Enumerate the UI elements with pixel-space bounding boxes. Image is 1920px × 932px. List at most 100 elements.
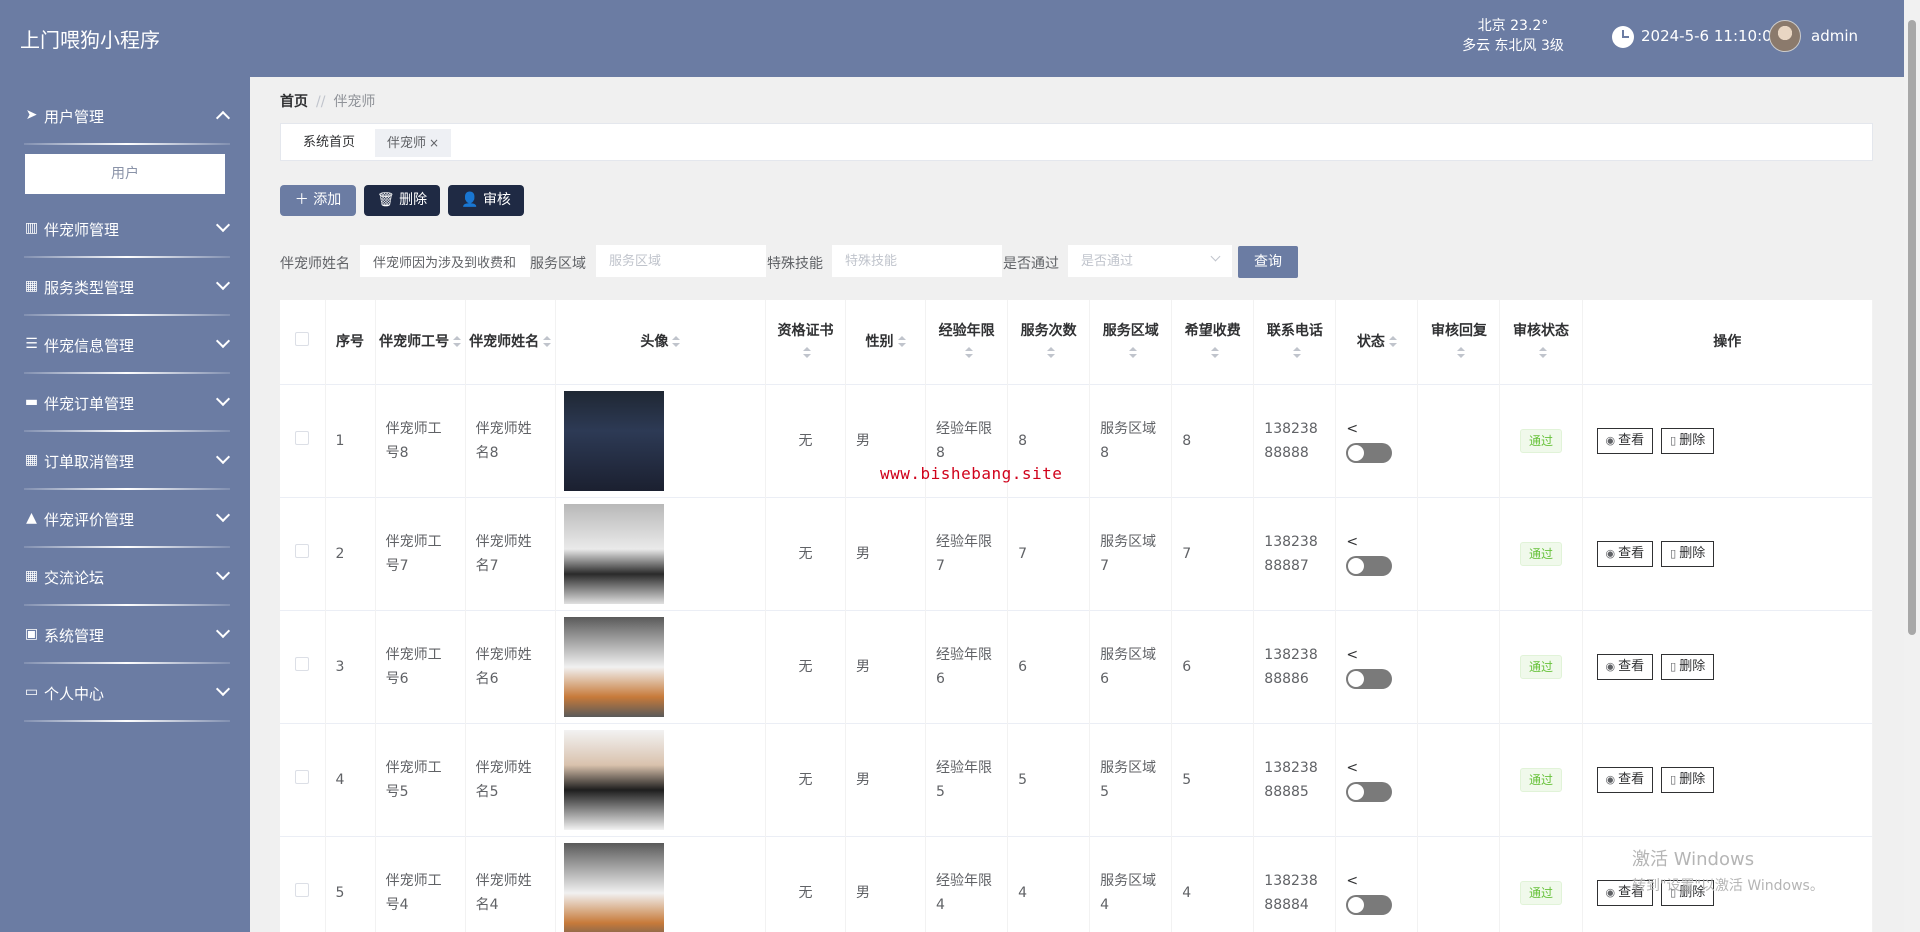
row-checkbox[interactable]	[295, 430, 310, 445]
worker-photo[interactable]	[563, 390, 664, 491]
sidebar-item-profile[interactable]: ▭ 个人中心	[0, 664, 250, 722]
weather-widget: 北京 23.2° 多云 东北风 3级	[1448, 16, 1578, 56]
sidebar-item-worker-management[interactable]: ▥ 伴宠师管理	[0, 200, 250, 258]
sidebar-item-reviews[interactable]: ▲ 伴宠评价管理	[0, 490, 250, 548]
col-audit-status[interactable]: 审核状态	[1499, 300, 1583, 384]
col-gender[interactable]: 性别	[845, 300, 927, 384]
col-phone[interactable]: 联系电话	[1253, 300, 1337, 384]
view-button[interactable]: ◉ 查看	[1596, 540, 1654, 567]
col-label: 头像	[640, 333, 669, 350]
col-status[interactable]: 状态	[1335, 300, 1419, 384]
username[interactable]: admin	[1811, 27, 1858, 45]
submenu-item-user[interactable]: 用户	[25, 154, 225, 194]
sidebar-item-label: 伴宠师管理	[44, 221, 120, 239]
share-icon[interactable]: <	[1346, 417, 1358, 441]
search-pass-select[interactable]	[1068, 245, 1232, 277]
sort-icon[interactable]	[897, 335, 906, 348]
sidebar-item-forum[interactable]: ▦ 交流论坛	[0, 548, 250, 606]
sort-icon[interactable]	[1388, 335, 1397, 348]
view-label: 查看	[1618, 545, 1645, 561]
cell-avatar	[555, 609, 766, 723]
view-button[interactable]: ◉ 查看	[1596, 427, 1654, 454]
row-checkbox[interactable]	[295, 882, 310, 897]
col-reply[interactable]: 审核回复	[1417, 300, 1501, 384]
audit-status-badge: 通过	[1520, 767, 1563, 792]
share-icon[interactable]: <	[1346, 530, 1358, 554]
sort-icon[interactable]	[803, 346, 812, 359]
cell-avatar	[555, 383, 766, 497]
sort-icon[interactable]	[1539, 346, 1548, 359]
col-worker-no[interactable]: 伴宠师工号	[375, 300, 466, 384]
sort-icon[interactable]	[672, 335, 681, 348]
sidebar-item-system[interactable]: ▣ 系统管理	[0, 606, 250, 664]
sort-icon[interactable]	[1210, 346, 1219, 359]
status-switch[interactable]	[1346, 555, 1393, 576]
add-button[interactable]: ＋ 添加	[280, 185, 356, 216]
select-all-checkbox[interactable]	[295, 331, 310, 346]
col-fee[interactable]: 希望收费	[1171, 300, 1255, 384]
status-switch[interactable]	[1346, 668, 1393, 689]
view-button[interactable]: ◉ 查看	[1596, 653, 1654, 680]
cell-avatar	[555, 496, 766, 610]
audit-status-badge: 通过	[1520, 428, 1563, 453]
sort-icon[interactable]	[964, 346, 973, 359]
cell-reply	[1417, 722, 1501, 836]
sort-icon[interactable]	[1128, 346, 1137, 359]
sort-icon[interactable]	[1046, 346, 1055, 359]
row-delete-button[interactable]: ▯ 删除	[1661, 653, 1715, 680]
worker-photo[interactable]	[563, 616, 664, 717]
sidebar-item-orders[interactable]: ▬ 伴宠订单管理	[0, 374, 250, 432]
audit-button[interactable]: 👤 审核	[448, 185, 524, 216]
col-label: 伴宠师姓名	[469, 333, 540, 350]
query-button[interactable]: 查询	[1238, 246, 1298, 278]
worker-photo[interactable]	[563, 503, 664, 604]
col-avatar[interactable]: 头像	[555, 300, 766, 384]
sidebar-item-service-type[interactable]: ▦ 服务类型管理	[0, 258, 250, 316]
weather-line-2: 多云 东北风 3级	[1462, 38, 1564, 54]
cell-fee: 4	[1171, 835, 1255, 932]
worker-photo[interactable]	[563, 842, 664, 932]
tab-home[interactable]: 系统首页	[291, 129, 367, 157]
user-avatar[interactable]	[1769, 20, 1801, 52]
table-row: 4 伴宠师工号5 伴宠师姓名5 无男经验年限5 5 服务区域5 5 13823888885 < 通…	[280, 722, 1873, 836]
search-name-input[interactable]	[360, 245, 530, 277]
cell-ops: ◉ 查看 ▯ 删除	[1582, 609, 1873, 723]
col-years[interactable]: 经验年限	[925, 300, 1009, 384]
row-delete-button[interactable]: ▯ 删除	[1661, 766, 1715, 793]
row-checkbox[interactable]	[295, 543, 310, 558]
sidebar-item-pet-info[interactable]: ☰ 伴宠信息管理	[0, 316, 250, 374]
sidebar-item-cancel-orders[interactable]: ▦ 订单取消管理	[0, 432, 250, 490]
status-switch[interactable]	[1346, 442, 1393, 463]
tab-worker[interactable]: 伴宠师 ×	[375, 129, 452, 157]
status-switch[interactable]	[1346, 894, 1393, 915]
search-skill-input[interactable]	[832, 245, 1002, 277]
thumbs-up-icon: ▲	[26, 510, 37, 526]
page-scrollbar[interactable]	[1904, 0, 1920, 932]
view-button[interactable]: ◉ 查看	[1596, 766, 1654, 793]
table-row: 3 伴宠师工号6 伴宠师姓名6 无男经验年限6 6 服务区域6 6 13823888886 < 通…	[280, 609, 1873, 723]
row-delete-button[interactable]: ▯ 删除	[1661, 540, 1715, 567]
scrollbar-thumb[interactable]	[1908, 20, 1916, 635]
col-area[interactable]: 服务区域	[1089, 300, 1173, 384]
row-checkbox[interactable]	[295, 656, 310, 671]
sort-icon[interactable]	[1456, 346, 1465, 359]
sort-icon[interactable]	[543, 335, 552, 348]
col-cert[interactable]: 资格证书	[765, 300, 846, 384]
sort-icon[interactable]	[453, 335, 462, 348]
breadcrumb-home[interactable]: 首页	[280, 94, 308, 110]
share-icon[interactable]: <	[1346, 756, 1358, 780]
row-checkbox[interactable]	[295, 769, 310, 784]
search-area-input[interactable]	[596, 245, 766, 277]
table-header-row: 序号 伴宠师工号 伴宠师姓名 头像 资格证书 性别 经验年限 服务次数 服务区域…	[280, 300, 1873, 384]
close-icon[interactable]: ×	[429, 136, 439, 150]
row-delete-button[interactable]: ▯ 删除	[1661, 427, 1715, 454]
sidebar-item-user-management[interactable]: ➤ 用户管理	[0, 87, 250, 145]
share-icon[interactable]: <	[1346, 643, 1358, 667]
sort-icon[interactable]	[1292, 346, 1301, 359]
col-worker-name[interactable]: 伴宠师姓名	[465, 300, 556, 384]
worker-photo[interactable]	[563, 729, 664, 830]
status-switch[interactable]	[1346, 781, 1393, 802]
col-count[interactable]: 服务次数	[1007, 300, 1091, 384]
share-icon[interactable]: <	[1346, 869, 1358, 893]
delete-button[interactable]: 🗑 删除	[364, 185, 440, 216]
